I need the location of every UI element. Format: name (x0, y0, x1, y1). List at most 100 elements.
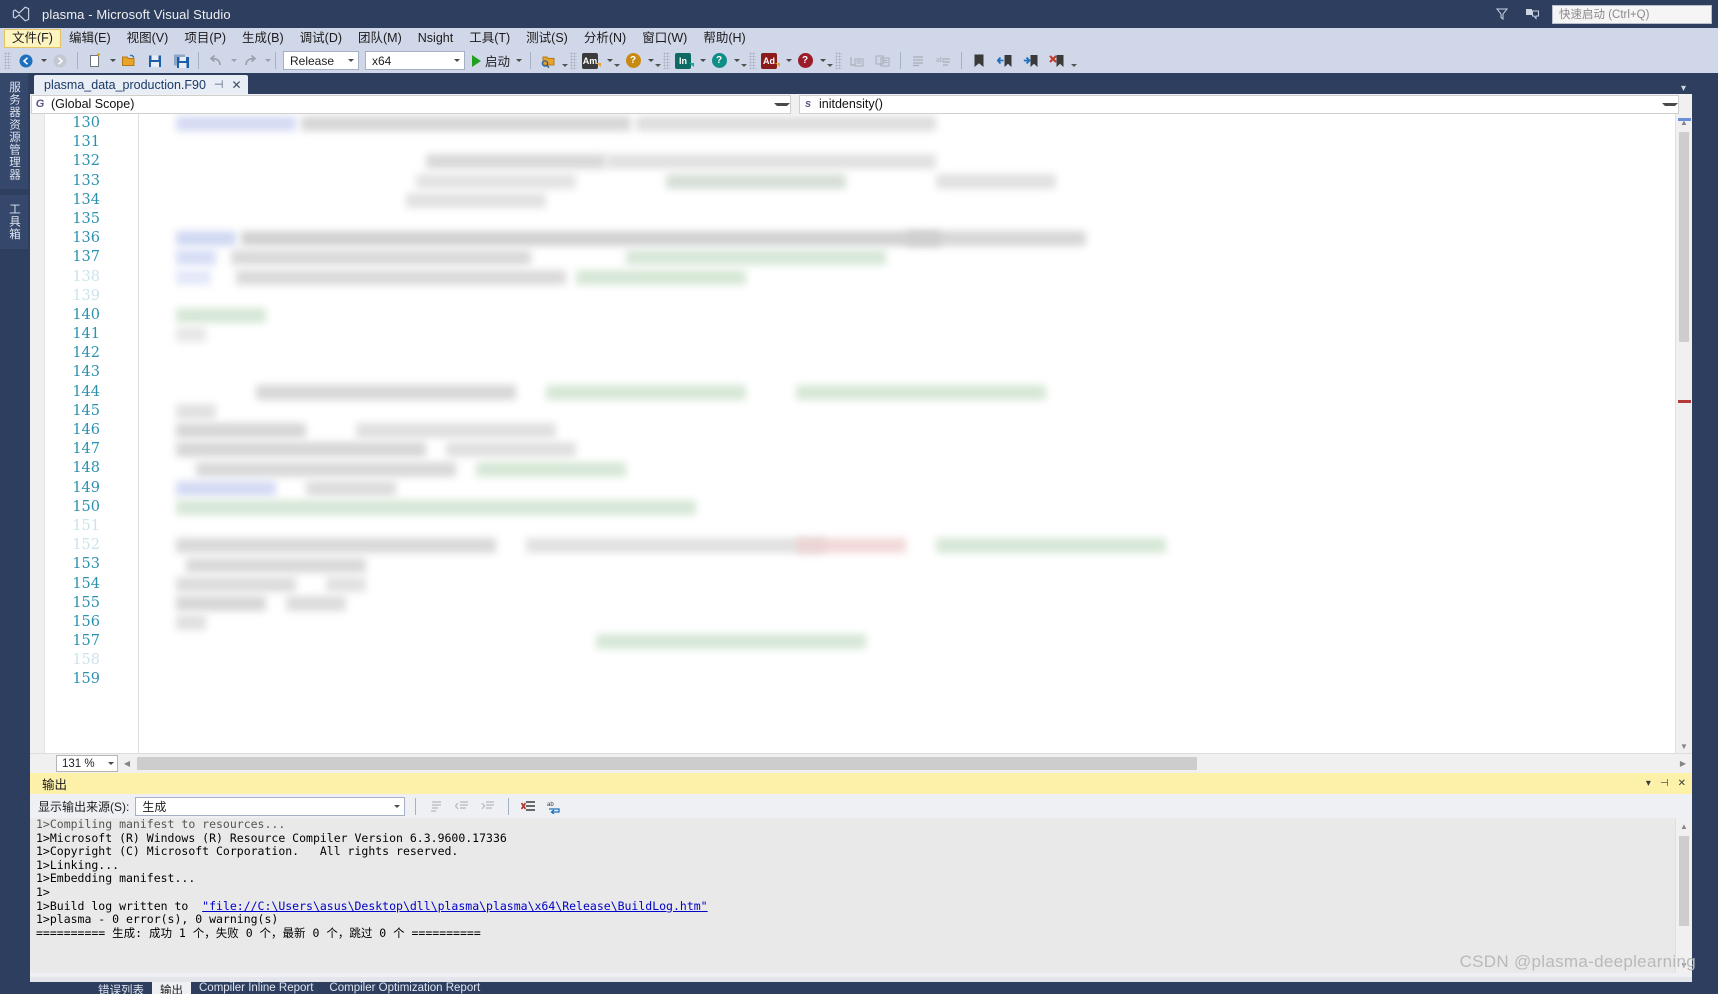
menu-item-debug[interactable]: 调试(D) (292, 29, 350, 48)
scope-select[interactable]: G (Global Scope) (31, 94, 791, 114)
member-select[interactable]: s initdensity() (799, 94, 1679, 114)
menu-item-analyze[interactable]: 分析(N) (576, 29, 634, 48)
toggle-word-wrap-icon[interactable]: ab (545, 796, 565, 816)
editor-vertical-scrollbar[interactable]: ▲ ▼ (1675, 114, 1692, 754)
toolbar-grip[interactable] (570, 52, 578, 69)
code-text-blur (626, 250, 886, 266)
menu-item-tools[interactable]: 工具(T) (461, 29, 518, 48)
build-log-link[interactable]: "file://C:\Users\asus\Desktop\dll\plasma… (202, 899, 707, 913)
advisor-icon[interactable]: Ad (758, 50, 784, 72)
filter-icon[interactable] (1492, 4, 1512, 24)
line-number: 150 (72, 498, 100, 515)
tab-list-chevron-icon[interactable]: ▾ (1681, 83, 1686, 94)
sidebar-tab-toolbox[interactable]: 工具箱 (0, 195, 28, 249)
quick-launch-input[interactable]: 快速启动 (Ctrl+Q) (1552, 4, 1712, 24)
amplifier-help-icon[interactable]: ? (620, 50, 646, 72)
save-all-icon[interactable] (168, 50, 194, 72)
tab-compiler-inline-report[interactable]: Compiler Inline Report (191, 982, 321, 994)
sidebar-tab-server-explorer[interactable]: 服务器资源管理器 (0, 73, 28, 189)
toolbar-grip[interactable] (835, 52, 843, 69)
code-text-blur (176, 596, 266, 611)
menu-item-view[interactable]: 视图(V) (119, 29, 177, 48)
menu-item-build[interactable]: 生成(B) (234, 29, 292, 48)
bookmark-icon[interactable] (966, 50, 992, 72)
toolbar-separator (900, 52, 902, 69)
member-icon: s (804, 98, 812, 110)
menu-item-window[interactable]: 窗口(W) (634, 29, 695, 48)
toolbar-grip[interactable] (4, 52, 11, 69)
save-icon[interactable] (142, 50, 168, 72)
toolbar-overflow-icon[interactable] (1070, 54, 1077, 68)
open-file-icon[interactable] (116, 50, 142, 72)
menu-item-test[interactable]: 测试(S) (518, 29, 576, 48)
scroll-left-icon[interactable]: ◀ (119, 755, 135, 772)
h-scroll-track[interactable] (135, 755, 1675, 772)
amplifier-overflow-icon[interactable] (613, 54, 620, 68)
menu-item-team[interactable]: 团队(M) (350, 29, 410, 48)
navigate-back-icon[interactable] (13, 50, 39, 72)
start-debug-button[interactable]: 启动 (468, 50, 526, 72)
tab-output[interactable]: 输出 (152, 982, 191, 994)
output-toolbar: 显示输出来源(S): 生成 ab (30, 794, 1692, 819)
editor-horizontal-scrollbar[interactable]: ◀ ▶ (119, 755, 1691, 772)
document-tab-plasma-data-production[interactable]: plasma_data_production.F90 ⊣ ✕ (34, 75, 248, 94)
advisor-help-icon[interactable]: ? (792, 50, 818, 72)
zoom-level-select[interactable]: 131 % (56, 755, 118, 772)
new-item-icon[interactable] (82, 50, 108, 72)
menu-item-project[interactable]: 项目(P) (176, 29, 234, 48)
scroll-down-icon[interactable]: ▼ (1676, 738, 1692, 754)
title-bar: plasma - Microsoft Visual Studio 快速启动 (C… (0, 0, 1718, 28)
menu-item-edit[interactable]: 编辑(E) (61, 29, 119, 48)
next-message-icon (478, 796, 498, 816)
clear-all-icon[interactable] (519, 796, 539, 816)
scroll-up-icon[interactable]: ▲ (1676, 818, 1692, 834)
code-text-blur (286, 596, 346, 611)
start-label: 启动 (485, 55, 511, 69)
minimize-icon[interactable]: ▾ (1646, 778, 1651, 789)
toolbar-grip[interactable] (663, 52, 671, 69)
scroll-thumb[interactable] (1679, 132, 1689, 342)
next-bookmark-icon[interactable] (1018, 50, 1044, 72)
right-dock-label[interactable] (1692, 73, 1712, 88)
inspector-help-icon[interactable]: ? (706, 50, 732, 72)
tab-compiler-optimization-report[interactable]: Compiler Optimization Report (321, 982, 488, 994)
code-text-blur (576, 269, 746, 285)
line-number: 134 (72, 191, 100, 208)
pin-icon[interactable]: ⊣ (1660, 778, 1669, 789)
inspector-icon[interactable]: In (672, 50, 698, 72)
output-text-area[interactable]: 1>Compiling manifest to resources... 1>Mi… (30, 818, 1681, 973)
menu-item-nsight[interactable]: Nsight (410, 29, 461, 48)
solution-configuration-select[interactable]: Release (283, 51, 359, 70)
close-icon[interactable]: ✕ (1678, 778, 1686, 789)
amplifier-help-overflow-icon[interactable] (654, 54, 661, 68)
scroll-thumb[interactable] (1679, 836, 1689, 926)
solution-configuration-value: Release (290, 53, 335, 68)
output-vertical-scrollbar[interactable]: ▲ ▼ (1675, 818, 1692, 973)
previous-bookmark-icon[interactable] (992, 50, 1018, 72)
menu-item-help[interactable]: 帮助(H) (695, 29, 753, 48)
inspector-overflow-icon[interactable] (740, 54, 747, 68)
line-number-gutter: 130 131 132 133 134 135 136 137 138 139 140 141 142 1… (44, 114, 106, 754)
attach-to-process-icon[interactable] (535, 50, 561, 72)
output-source-select[interactable]: 生成 (135, 796, 406, 816)
h-scroll-thumb[interactable] (137, 757, 1197, 770)
advisor-help-overflow-icon[interactable] (826, 54, 833, 68)
tab-error-list[interactable]: 错误列表 (90, 982, 152, 994)
output-source-label: 显示输出来源(S): (38, 799, 130, 814)
pin-icon[interactable]: ⊣ (214, 78, 224, 91)
scroll-up-icon[interactable]: ▲ (1676, 114, 1692, 130)
code-text-blur (301, 116, 631, 131)
feedback-icon[interactable] (1522, 4, 1542, 24)
clear-bookmarks-icon[interactable] (1044, 50, 1070, 72)
amplifier-icon[interactable]: Am (579, 50, 605, 72)
toolbar-grip[interactable] (749, 52, 757, 69)
code-editor-surface[interactable]: 130 131 132 133 134 135 136 137 138 139 140 141 142 1… (30, 114, 1692, 754)
output-panel-title: 输出 (42, 778, 68, 792)
chevron-down-icon[interactable] (516, 59, 523, 62)
redo-icon (237, 50, 263, 72)
scroll-right-icon[interactable]: ▶ (1675, 755, 1691, 772)
solution-platform-select[interactable]: x64 (365, 51, 465, 70)
close-icon[interactable]: ✕ (232, 78, 242, 92)
menu-item-file[interactable]: 文件(F) (4, 28, 61, 48)
attach-overflow-icon[interactable] (561, 54, 568, 68)
